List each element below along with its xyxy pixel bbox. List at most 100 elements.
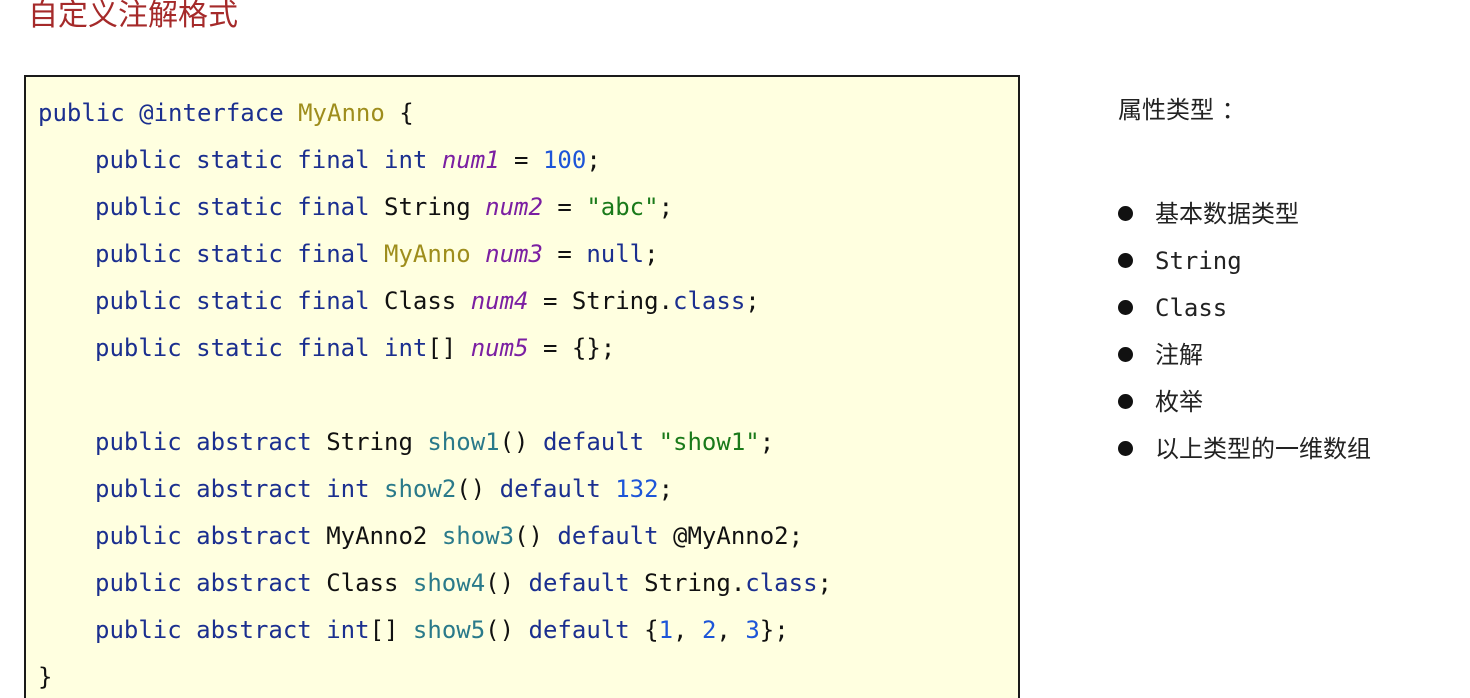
code-punct: ; bbox=[788, 522, 804, 550]
code-punct: } bbox=[759, 616, 775, 644]
code-punct: , bbox=[716, 616, 746, 644]
list-item-label: Class bbox=[1155, 293, 1228, 322]
code-line-num1: public static final int num1 = 100; bbox=[95, 145, 601, 175]
list-item-label: String bbox=[1155, 246, 1242, 275]
list-item-label: 注解 bbox=[1155, 340, 1203, 369]
code-line-show3: public abstract MyAnno2 show3() default … bbox=[95, 521, 803, 551]
code-punct: () bbox=[456, 475, 486, 503]
list-item-label: 枚举 bbox=[1155, 387, 1203, 416]
code-object: String. bbox=[644, 569, 746, 597]
code-line-show5: public abstract int[] show5() default {1… bbox=[95, 615, 789, 645]
code-type: int bbox=[326, 616, 370, 644]
code-type: String bbox=[384, 193, 471, 221]
bullet-icon bbox=[1118, 394, 1133, 409]
code-type: Class bbox=[384, 287, 457, 315]
code-punct: ; bbox=[817, 569, 832, 597]
code-method: show3 bbox=[441, 522, 515, 550]
code-type: int bbox=[384, 146, 428, 174]
code-type: int bbox=[384, 334, 428, 362]
code-default-keyword: default bbox=[542, 428, 645, 456]
code-line-show2: public abstract int show2() default 132; bbox=[95, 474, 673, 504]
bullet-icon bbox=[1118, 206, 1133, 221]
list-item: 基本数据类型 bbox=[1118, 190, 1371, 237]
list-item: Class bbox=[1118, 284, 1371, 331]
code-method: show4 bbox=[412, 569, 486, 597]
list-item: 以上类型的一维数组 bbox=[1118, 425, 1371, 472]
code-default-keyword: default bbox=[528, 616, 630, 644]
code-type: MyAnno bbox=[384, 240, 471, 268]
code-line-show4: public abstract Class show4() default St… bbox=[95, 568, 832, 598]
code-keyword: class bbox=[673, 287, 746, 315]
code-variable: num2 bbox=[485, 193, 543, 221]
attribute-types-list: 基本数据类型 String Class 注解 枚举 以上类型的一维数组 bbox=[1118, 190, 1371, 472]
code-number: 2 bbox=[701, 616, 717, 644]
code-line-close: } bbox=[38, 662, 52, 692]
code-number: 1 bbox=[658, 616, 674, 644]
code-punct: ; bbox=[745, 287, 760, 315]
code-line-num4: public static final Class num4 = String.… bbox=[95, 286, 760, 316]
code-punct: () bbox=[485, 569, 515, 597]
bullet-icon bbox=[1118, 347, 1133, 362]
code-punct: = bbox=[499, 146, 543, 174]
code-default-keyword: default bbox=[528, 569, 630, 597]
code-string: "show1" bbox=[658, 428, 760, 456]
bullet-icon bbox=[1118, 441, 1133, 456]
list-item-label: 以上类型的一维数组 bbox=[1155, 434, 1371, 463]
list-item: String bbox=[1118, 237, 1371, 284]
code-line-num3: public static final MyAnno num3 = null; bbox=[95, 239, 659, 269]
code-keyword: public bbox=[38, 99, 125, 127]
code-punct: ; bbox=[658, 193, 674, 221]
code-modifiers: public static final bbox=[95, 287, 370, 315]
code-punct: () bbox=[485, 616, 515, 644]
list-item-label: 基本数据类型 bbox=[1155, 199, 1299, 228]
code-punct: () bbox=[514, 522, 543, 550]
code-string: "abc" bbox=[586, 193, 659, 221]
code-line-num5: public static final int[] num5 = {}; bbox=[95, 333, 615, 363]
code-punct: () bbox=[499, 428, 529, 456]
code-type: Class bbox=[326, 569, 399, 597]
code-variable: num4 bbox=[470, 287, 529, 315]
code-modifiers: public static final bbox=[95, 334, 370, 362]
code-punct: { bbox=[384, 99, 414, 127]
code-punct: [] bbox=[427, 334, 457, 362]
code-punct: ; bbox=[774, 616, 789, 644]
code-variable: num5 bbox=[470, 334, 529, 362]
code-variable: num3 bbox=[485, 240, 543, 268]
code-punct: = bbox=[528, 287, 572, 315]
code-line-num2: public static final String num2 = "abc"; bbox=[95, 192, 673, 222]
code-variable: num1 bbox=[441, 146, 500, 174]
code-punct: ; bbox=[600, 334, 616, 362]
code-punct: [] bbox=[369, 616, 399, 644]
code-punct: , bbox=[673, 616, 702, 644]
code-number: 132 bbox=[615, 475, 659, 503]
code-number: 3 bbox=[745, 616, 760, 644]
bullet-icon bbox=[1118, 253, 1133, 268]
code-keyword: class bbox=[745, 569, 818, 597]
code-punct: { bbox=[644, 616, 659, 644]
code-modifiers: public abstract bbox=[95, 569, 312, 597]
code-modifiers: public abstract bbox=[95, 616, 312, 644]
code-modifiers: public abstract bbox=[95, 475, 312, 503]
code-method: show5 bbox=[412, 616, 486, 644]
code-punct: } bbox=[38, 663, 53, 691]
code-method: show2 bbox=[384, 475, 457, 503]
code-modifiers: public abstract bbox=[95, 428, 312, 456]
code-punct: = bbox=[542, 193, 587, 221]
code-punct: = bbox=[528, 334, 572, 362]
code-modifiers: public static final bbox=[95, 240, 370, 268]
list-item: 注解 bbox=[1118, 331, 1371, 378]
code-line-interface: public @interface MyAnno { bbox=[38, 98, 414, 128]
code-modifiers: public static final bbox=[95, 193, 370, 221]
code-punct: ; bbox=[644, 240, 659, 268]
code-annotation: @MyAnno2 bbox=[673, 522, 789, 550]
code-type: String bbox=[326, 428, 413, 456]
code-default-keyword: default bbox=[499, 475, 601, 503]
code-object: String. bbox=[571, 287, 674, 315]
code-punct: ; bbox=[759, 428, 775, 456]
code-line-show1: public abstract String show1() default "… bbox=[95, 427, 774, 457]
code-punct: = bbox=[542, 240, 587, 268]
attribute-types-title: 属性类型 ： bbox=[1118, 96, 1246, 124]
code-null: null bbox=[586, 240, 645, 268]
code-punct: ; bbox=[658, 475, 674, 503]
code-number: 100 bbox=[542, 146, 587, 174]
